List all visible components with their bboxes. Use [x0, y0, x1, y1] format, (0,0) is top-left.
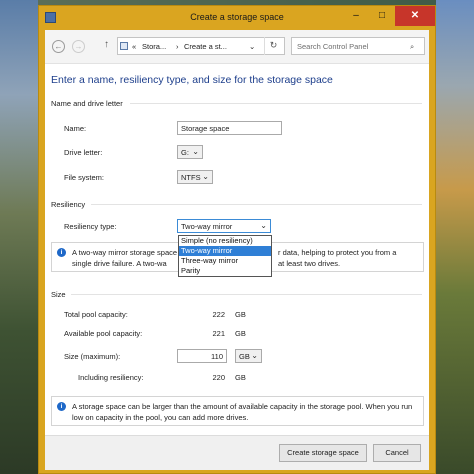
resiliency-info-line1-end: r data, helping to protect you from a: [278, 248, 397, 257]
resiliency-info-line2-start: single drive failure. A two-wa: [72, 259, 167, 268]
resiliency-info-line2-end: at least two drives.: [278, 259, 341, 268]
resiliency-info-line1-start: A two-way mirror storage space: [72, 248, 178, 257]
drive-letter-select[interactable]: G: ⌄: [177, 145, 203, 159]
info-icon: i: [57, 402, 66, 411]
name-field[interactable]: Storage space: [177, 121, 282, 135]
up-button[interactable]: ↑: [104, 39, 109, 50]
info-icon: i: [57, 248, 66, 257]
available-capacity-label: Available pool capacity:: [64, 329, 143, 338]
resiliency-type-value: Two-way mirror: [181, 222, 233, 231]
total-capacity-unit: GB: [235, 310, 246, 319]
chevron-down-icon[interactable]: ⌄: [249, 42, 255, 51]
name-section-title: Name and drive letter: [51, 99, 123, 108]
create-storage-space-button[interactable]: Create storage space: [279, 444, 367, 462]
size-maximum-label: Size (maximum):: [64, 352, 121, 361]
name-label: Name:: [64, 124, 87, 133]
title-bar: Create a storage space – □ ✕: [39, 6, 435, 30]
option-three-way-mirror[interactable]: Three-way mirror: [179, 256, 271, 266]
including-resiliency-value: 220: [212, 373, 225, 382]
chevron-down-icon: ⌄: [192, 147, 199, 156]
available-capacity-value: 221: [212, 329, 225, 338]
search-icon: ⌕: [410, 42, 415, 51]
maximize-button[interactable]: □: [369, 6, 395, 26]
desktop-background-left: [0, 0, 38, 474]
forward-button[interactable]: →: [72, 40, 85, 53]
size-unit-value: GB: [239, 352, 250, 361]
chevron-down-icon: ⌄: [202, 172, 209, 181]
resiliency-type-select[interactable]: Two-way mirror ⌄: [177, 219, 271, 233]
navigation-bar: ← → ↑ « Stora... › Create a st... ⌄ ↻ Se…: [45, 30, 429, 64]
available-capacity-unit: GB: [235, 329, 246, 338]
chevron-down-icon: ⌄: [251, 351, 258, 360]
address-bar[interactable]: « Stora... › Create a st... ⌄: [117, 37, 285, 55]
divider: [91, 204, 422, 205]
window-content: ← → ↑ « Stora... › Create a st... ⌄ ↻ Se…: [45, 30, 429, 470]
footer-bar: Create storage space Cancel: [45, 435, 429, 470]
option-parity[interactable]: Parity: [179, 266, 271, 276]
cancel-button[interactable]: Cancel: [373, 444, 421, 462]
resiliency-section-title: Resiliency: [51, 200, 86, 209]
including-resiliency-label: Including resiliency:: [78, 373, 144, 382]
divider: [130, 103, 422, 104]
file-system-label: File system:: [64, 173, 105, 182]
total-capacity-label: Total pool capacity:: [64, 310, 128, 319]
resiliency-type-label: Resiliency type:: [64, 222, 117, 231]
resiliency-dropdown-list: Simple (no resiliency) Two-way mirror Th…: [178, 235, 272, 277]
divider: [71, 294, 422, 295]
breadcrumb-prefix: «: [132, 42, 137, 51]
chevron-down-icon: ⌄: [260, 221, 267, 230]
option-two-way-mirror[interactable]: Two-way mirror: [179, 246, 271, 256]
size-info-text: A storage space can be larger than the a…: [72, 402, 413, 422]
close-button[interactable]: ✕: [395, 6, 435, 26]
option-simple[interactable]: Simple (no resiliency): [179, 236, 271, 246]
drive-letter-label: Drive letter:: [64, 148, 103, 157]
back-button[interactable]: ←: [52, 40, 65, 53]
size-unit-select[interactable]: GB ⌄: [235, 349, 262, 363]
size-maximum-field[interactable]: 110: [177, 349, 227, 363]
breadcrumb-create-storage-space[interactable]: Create a st...: [184, 42, 227, 51]
size-section-title: Size: [51, 290, 66, 299]
breadcrumb-storage-spaces[interactable]: Stora...: [142, 42, 166, 51]
page-heading: Enter a name, resiliency type, and size …: [51, 74, 333, 86]
file-system-select[interactable]: NTFS ⌄: [177, 170, 213, 184]
drive-letter-value: G:: [181, 148, 189, 157]
refresh-button[interactable]: ↻: [264, 37, 282, 55]
including-resiliency-unit: GB: [235, 373, 246, 382]
file-system-value: NTFS: [181, 173, 201, 182]
search-placeholder: Search Control Panel: [297, 42, 369, 51]
minimize-button[interactable]: –: [343, 6, 369, 26]
total-capacity-value: 222: [212, 310, 225, 319]
create-storage-space-window: Create a storage space – □ ✕ ← → ↑ « Sto…: [38, 5, 436, 474]
desktop-background-right: [436, 0, 474, 474]
search-input[interactable]: Search Control Panel ⌕: [291, 37, 425, 55]
folder-icon: [120, 42, 128, 50]
breadcrumb-separator: ›: [176, 42, 179, 51]
size-info-box: i A storage space can be larger than the…: [51, 396, 424, 426]
